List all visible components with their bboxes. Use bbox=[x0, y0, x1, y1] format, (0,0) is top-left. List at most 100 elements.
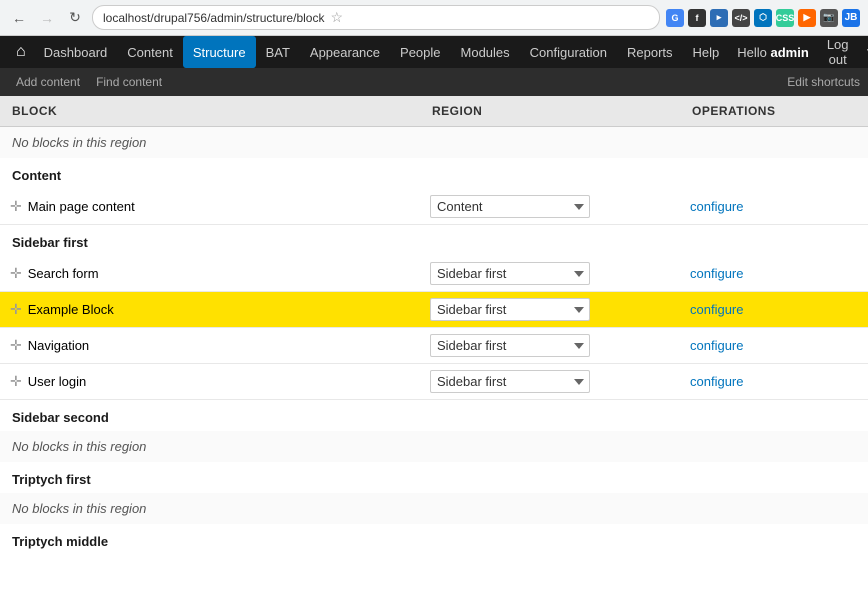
secondary-toolbar: Add content Find content Edit shortcuts bbox=[0, 68, 868, 96]
region-select-cell: Content Sidebar first Sidebar second Tri… bbox=[420, 256, 680, 292]
ext-icon-3[interactable]: ▸ bbox=[710, 9, 728, 27]
ext-icon-1[interactable]: G bbox=[666, 9, 684, 27]
menu-item-content[interactable]: Content bbox=[117, 36, 183, 68]
secondary-links: Add content Find content bbox=[8, 68, 170, 96]
operations-column-header: OPERATIONS bbox=[680, 96, 868, 127]
region-select[interactable]: Content Sidebar first Sidebar second Tri… bbox=[430, 195, 590, 218]
move-handle-icon[interactable]: ✛ bbox=[10, 337, 22, 354]
menu-item-help[interactable]: Help bbox=[683, 36, 730, 68]
region-select-cell: Content Sidebar first Sidebar second Tri… bbox=[420, 189, 680, 225]
configure-link[interactable]: configure bbox=[690, 199, 743, 214]
move-handle-icon[interactable]: ✛ bbox=[10, 301, 22, 318]
page-content: BLOCK REGION OPERATIONS No blocks in thi… bbox=[0, 96, 868, 555]
region-select-cell: Content Sidebar first Sidebar second Tri… bbox=[420, 292, 680, 328]
menu-item-configuration[interactable]: Configuration bbox=[520, 36, 617, 68]
menu-item-modules[interactable]: Modules bbox=[451, 36, 520, 68]
browser-extension-icons: G f ▸ </> ⬡ CSS ▶ 📷 JB bbox=[666, 9, 860, 27]
block-name-cell: ✛ Example Block bbox=[0, 292, 420, 328]
logout-button[interactable]: Log out bbox=[817, 37, 859, 67]
url-bar[interactable]: localhost/drupal756/admin/structure/bloc… bbox=[92, 5, 660, 30]
configure-link[interactable]: configure bbox=[690, 266, 743, 281]
toolbar-expand-arrow[interactable]: ▼ bbox=[859, 45, 868, 59]
empty-region-text: No blocks in this region bbox=[0, 431, 868, 462]
region-select-cell: Content Sidebar first Sidebar second Tri… bbox=[420, 364, 680, 400]
block-name-text: Navigation bbox=[28, 338, 89, 353]
operations-cell: configure bbox=[680, 364, 868, 400]
edit-shortcuts-button[interactable]: Edit shortcuts bbox=[787, 75, 860, 89]
empty-region-row: No blocks in this region bbox=[0, 127, 868, 159]
operations-cell: configure bbox=[680, 292, 868, 328]
admin-menu: Dashboard Content Structure BAT Appearan… bbox=[34, 36, 730, 68]
region-select[interactable]: Content Sidebar first Sidebar second Tri… bbox=[430, 262, 590, 285]
operations-cell: configure bbox=[680, 256, 868, 292]
configure-link[interactable]: configure bbox=[690, 374, 743, 389]
configure-link[interactable]: configure bbox=[690, 338, 743, 353]
region-select[interactable]: Content Sidebar first Sidebar second Tri… bbox=[430, 298, 590, 321]
url-text: localhost/drupal756/admin/structure/bloc… bbox=[103, 11, 324, 25]
move-handle-icon[interactable]: ✛ bbox=[10, 198, 22, 215]
greeting-text: Hello admin bbox=[737, 45, 809, 60]
section-header-sidebar-second: Sidebar second bbox=[0, 400, 868, 432]
region-column-header: REGION bbox=[420, 96, 680, 127]
menu-item-dashboard[interactable]: Dashboard bbox=[34, 36, 118, 68]
reload-button[interactable]: ↻ bbox=[64, 7, 86, 29]
star-icon: ☆ bbox=[330, 9, 343, 26]
empty-region-row: No blocks in this region bbox=[0, 431, 868, 462]
block-name-cell: ✛ Navigation bbox=[0, 328, 420, 364]
ext-icon-5[interactable]: ⬡ bbox=[754, 9, 772, 27]
ext-icon-4[interactable]: </> bbox=[732, 9, 750, 27]
menu-item-bat[interactable]: BAT bbox=[256, 36, 300, 68]
block-name-cell: ✛ Search form bbox=[0, 256, 420, 292]
forward-button[interactable]: → bbox=[36, 7, 58, 29]
section-title-triptych-middle: Triptych middle bbox=[0, 524, 868, 555]
table-row: ✛ Navigation Content Sidebar first Sideb… bbox=[0, 328, 868, 364]
block-name-cell: ✛ User login bbox=[0, 364, 420, 400]
block-name-text: Main page content bbox=[28, 199, 135, 214]
section-title-sidebar-second: Sidebar second bbox=[0, 400, 868, 432]
operations-cell: configure bbox=[680, 328, 868, 364]
table-row: ✛ User login Content Sidebar first Sideb… bbox=[0, 364, 868, 400]
back-button[interactable]: ← bbox=[8, 7, 30, 29]
ext-icon-8[interactable]: 📷 bbox=[820, 9, 838, 27]
admin-user-info: Hello admin bbox=[729, 45, 817, 60]
region-select-cell: Content Sidebar first Sidebar second Tri… bbox=[420, 328, 680, 364]
section-title-sidebar-first: Sidebar first bbox=[0, 225, 868, 257]
table-row: ✛ Example Block Content Sidebar first Si… bbox=[0, 292, 868, 328]
find-content-link[interactable]: Find content bbox=[88, 68, 170, 96]
menu-item-people[interactable]: People bbox=[390, 36, 450, 68]
ext-icon-2[interactable]: f bbox=[688, 9, 706, 27]
move-handle-icon[interactable]: ✛ bbox=[10, 265, 22, 282]
configure-link[interactable]: configure bbox=[690, 302, 743, 317]
block-name-cell: ✛ Main page content bbox=[0, 189, 420, 225]
region-select[interactable]: Content Sidebar first Sidebar second Tri… bbox=[430, 370, 590, 393]
table-row: ✛ Main page content Content Sidebar firs… bbox=[0, 189, 868, 225]
blocks-table: BLOCK REGION OPERATIONS No blocks in thi… bbox=[0, 96, 868, 555]
section-title-content: Content bbox=[0, 158, 868, 189]
menu-item-appearance[interactable]: Appearance bbox=[300, 36, 390, 68]
ext-icon-7[interactable]: ▶ bbox=[798, 9, 816, 27]
ext-icon-9[interactable]: JB bbox=[842, 9, 860, 27]
admin-toolbar: ⌂ Dashboard Content Structure BAT Appear… bbox=[0, 36, 868, 68]
browser-chrome: ← → ↻ localhost/drupal756/admin/structur… bbox=[0, 0, 868, 36]
block-column-header: BLOCK bbox=[0, 96, 420, 127]
block-name-text: Search form bbox=[28, 266, 99, 281]
menu-item-structure[interactable]: Structure bbox=[183, 36, 256, 68]
section-title-triptych-first: Triptych first bbox=[0, 462, 868, 493]
menu-item-reports[interactable]: Reports bbox=[617, 36, 683, 68]
region-select[interactable]: Content Sidebar first Sidebar second Tri… bbox=[430, 334, 590, 357]
section-header-triptych-middle: Triptych middle bbox=[0, 524, 868, 555]
home-icon[interactable]: ⌂ bbox=[8, 43, 34, 61]
table-row: ✛ Search form Content Sidebar first Side… bbox=[0, 256, 868, 292]
empty-region-text: No blocks in this region bbox=[0, 127, 868, 159]
add-content-link[interactable]: Add content bbox=[8, 68, 88, 96]
table-header-row: BLOCK REGION OPERATIONS bbox=[0, 96, 868, 127]
empty-region-row: No blocks in this region bbox=[0, 493, 868, 524]
block-name-text: User login bbox=[28, 374, 87, 389]
section-header-content: Content bbox=[0, 158, 868, 189]
section-header-triptych-first: Triptych first bbox=[0, 462, 868, 493]
section-header-sidebar-first: Sidebar first bbox=[0, 225, 868, 257]
empty-region-text: No blocks in this region bbox=[0, 493, 868, 524]
move-handle-icon[interactable]: ✛ bbox=[10, 373, 22, 390]
block-name-text: Example Block bbox=[28, 302, 114, 317]
ext-icon-6[interactable]: CSS bbox=[776, 9, 794, 27]
